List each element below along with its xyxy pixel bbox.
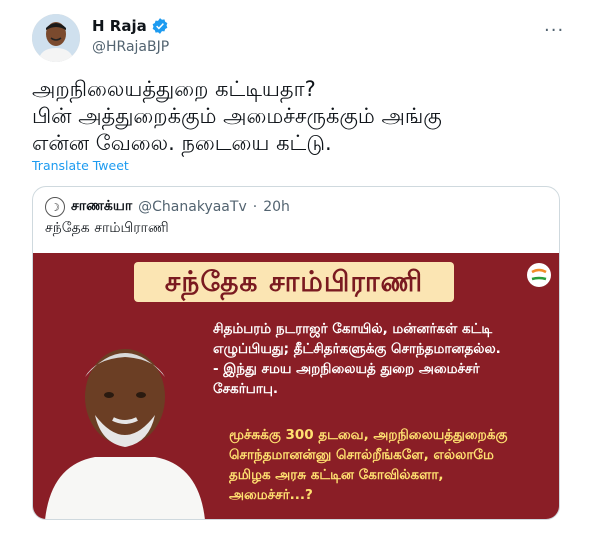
- quote-line: சிதம்பரம் நடராஜர் கோயில், மன்னர்கள் கட்ட…: [213, 321, 493, 337]
- reply-line: அமைச்சர்...?: [229, 487, 313, 503]
- party-logo-icon: [527, 263, 551, 287]
- quoted-author-name[interactable]: சாணக்யா: [71, 198, 132, 216]
- tweet-text-line: என்ன வேலை. நடையை கட்டு.: [32, 131, 332, 155]
- author-name[interactable]: H Raja: [92, 17, 147, 35]
- tweet: H Raja @HRajaBJP ··· அறநிலையத்துறை கட்டி…: [0, 0, 600, 537]
- tweet-text-line: அறநிலையத்துறை கட்டியதா?: [32, 77, 316, 101]
- quote-line: - இந்து சமய அறநிலையத் துறை அமைச்சர்: [213, 361, 480, 377]
- quoted-tweet-text: சந்தேக சாம்பிராணி: [45, 220, 169, 236]
- quoted-tweet-time[interactable]: 20h: [263, 199, 290, 215]
- reply-line: தமிழக அரசு கட்டின கோவில்களா,: [229, 467, 444, 483]
- reply-line: சொந்தமானன்னு சொல்றீங்களே, எல்லாமே: [229, 447, 494, 463]
- more-icon[interactable]: ···: [544, 20, 564, 41]
- separator-dot: ·: [252, 199, 258, 215]
- minister-quote: சிதம்பரம் நடராஜர் கோயில், மன்னர்கள் கட்ட…: [213, 319, 557, 399]
- author-handle[interactable]: @HRajaBJP: [92, 39, 169, 55]
- reply-caption: மூச்சுக்கு 300 தடவை, அறநிலையத்துறைக்கு ச…: [229, 425, 559, 505]
- minister-photo: [45, 349, 205, 519]
- tweet-text-line: பின் அத்துறைக்கும் அமைச்சருக்கும் அங்கு: [32, 104, 442, 128]
- translate-tweet-link[interactable]: Translate Tweet: [32, 158, 129, 173]
- quoted-tweet[interactable]: ☽ சாணக்யா @ChanakyaaTv · 20h சந்தேக சாம்…: [32, 186, 560, 520]
- quoted-tweet-image[interactable]: சந்தேக சாம்பிராணி சிதம்பரம் நடராஜர் கோயி…: [33, 253, 559, 519]
- tweet-text: அறநிலையத்துறை கட்டியதா? பின் அத்துறைக்கு…: [32, 76, 572, 157]
- reply-line: மூச்சுக்கு 300 தடவை, அறநிலையத்துறைக்கு: [229, 427, 508, 443]
- author-avatar[interactable]: [32, 14, 80, 62]
- quoted-tweet-header: ☽ சாணக்யா @ChanakyaaTv · 20h: [45, 197, 290, 217]
- image-title-banner: சந்தேக சாம்பிராணி: [134, 262, 454, 302]
- author-name-row: H Raja: [92, 17, 169, 35]
- quoted-author-avatar[interactable]: ☽: [45, 197, 65, 217]
- verified-badge-icon: [152, 18, 168, 34]
- quote-line: சேகர்பாபு.: [213, 381, 279, 397]
- quote-line: எழுப்பியது; தீட்சிதர்களுக்கு சொந்தமானதல்…: [213, 341, 501, 357]
- quoted-author-handle[interactable]: @ChanakyaaTv: [138, 199, 247, 215]
